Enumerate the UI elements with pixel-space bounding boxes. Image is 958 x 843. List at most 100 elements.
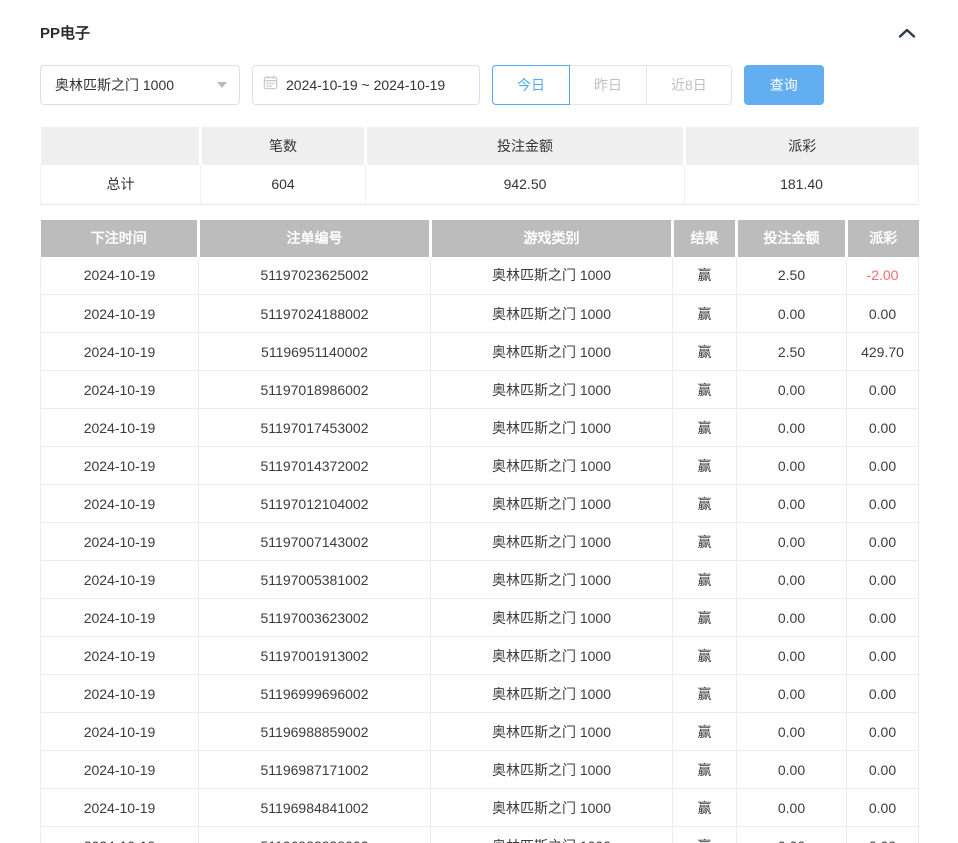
cell-bet-no: 51197014372002 <box>199 447 431 485</box>
table-row: 2024-10-1951197014372002奥林匹斯之门 1000赢0.00… <box>41 447 919 485</box>
summary-header-blank <box>41 127 201 165</box>
bets-header-row: 下注时间 注单编号 游戏类别 结果 投注金额 派彩 <box>41 220 919 257</box>
summary-total-count: 604 <box>201 165 366 204</box>
cell-bet-amount: 0.00 <box>737 675 847 713</box>
cell-bet-time: 2024-10-19 <box>41 523 199 561</box>
cell-game: 奥林匹斯之门 1000 <box>431 485 673 523</box>
cell-bet-amount: 0.00 <box>737 599 847 637</box>
table-row: 2024-10-1951196988859002奥林匹斯之门 1000赢0.00… <box>41 713 919 751</box>
cell-game: 奥林匹斯之门 1000 <box>431 371 673 409</box>
cell-result: 赢 <box>673 485 737 523</box>
collapse-button[interactable] <box>896 25 918 41</box>
cell-game: 奥林匹斯之门 1000 <box>431 751 673 789</box>
cell-bet-time: 2024-10-19 <box>41 599 199 637</box>
cell-bet-no: 51196951140002 <box>199 333 431 371</box>
summary-table: 笔数 投注金额 派彩 总计 604 942.50 181.40 <box>40 127 919 205</box>
cell-result: 赢 <box>673 599 737 637</box>
cell-bet-time: 2024-10-19 <box>41 257 199 295</box>
cell-bet-time: 2024-10-19 <box>41 295 199 333</box>
cell-result: 赢 <box>673 257 737 295</box>
cell-bet-no: 51197001913002 <box>199 637 431 675</box>
cell-bet-time: 2024-10-19 <box>41 751 199 789</box>
table-row: 2024-10-1951197003623002奥林匹斯之门 1000赢0.00… <box>41 599 919 637</box>
cell-bet-no: 51196987171002 <box>199 751 431 789</box>
table-row: 2024-10-1951196999696002奥林匹斯之门 1000赢0.00… <box>41 675 919 713</box>
cell-game: 奥林匹斯之门 1000 <box>431 257 673 295</box>
bets-table-body: 2024-10-1951197023625002奥林匹斯之门 1000赢2.50… <box>41 257 919 843</box>
panel-header: PP电子 <box>40 0 918 43</box>
cell-payout: 0.00 <box>847 675 919 713</box>
cell-bet-amount: 0.00 <box>737 523 847 561</box>
cell-bet-time: 2024-10-19 <box>41 827 199 843</box>
cell-bet-amount: 0.00 <box>737 637 847 675</box>
cell-bet-no: 51197018986002 <box>199 371 431 409</box>
quick-range-group: 今日昨日近8日 <box>492 65 732 105</box>
cell-result: 赢 <box>673 295 737 333</box>
cell-game: 奥林匹斯之门 1000 <box>431 333 673 371</box>
quick-range-button[interactable]: 昨日 <box>570 65 647 105</box>
cell-payout: 0.00 <box>847 371 919 409</box>
cell-bet-time: 2024-10-19 <box>41 713 199 751</box>
summary-total-row: 总计 604 942.50 181.40 <box>41 165 919 204</box>
header-bet-time: 下注时间 <box>41 220 199 257</box>
quick-range-button[interactable]: 今日 <box>492 65 570 105</box>
table-row: 2024-10-1951196984841002奥林匹斯之门 1000赢0.00… <box>41 789 919 827</box>
cell-result: 赢 <box>673 637 737 675</box>
cell-bet-amount: 0.00 <box>737 447 847 485</box>
table-row: 2024-10-1951196987171002奥林匹斯之门 1000赢0.00… <box>41 751 919 789</box>
cell-bet-amount: 0.00 <box>737 713 847 751</box>
cell-bet-time: 2024-10-19 <box>41 447 199 485</box>
summary-header-payout: 派彩 <box>685 127 919 165</box>
table-row: 2024-10-1951196951140002奥林匹斯之门 1000赢2.50… <box>41 333 919 371</box>
cell-bet-time: 2024-10-19 <box>41 409 199 447</box>
cell-bet-no: 51197003623002 <box>199 599 431 637</box>
cell-game: 奥林匹斯之门 1000 <box>431 789 673 827</box>
cell-bet-no: 51197005381002 <box>199 561 431 599</box>
game-select[interactable]: 奥林匹斯之门 1000 <box>40 65 240 105</box>
table-row: 2024-10-1951197012104002奥林匹斯之门 1000赢0.00… <box>41 485 919 523</box>
cell-bet-amount: 0.00 <box>737 789 847 827</box>
cell-bet-amount: 0.00 <box>737 751 847 789</box>
cell-bet-amount: 0.00 <box>737 561 847 599</box>
cell-bet-no: 51197023625002 <box>199 257 431 295</box>
cell-bet-amount: 2.50 <box>737 257 847 295</box>
cell-bet-no: 51197024188002 <box>199 295 431 333</box>
cell-result: 赢 <box>673 409 737 447</box>
cell-bet-amount: 0.00 <box>737 485 847 523</box>
cell-bet-time: 2024-10-19 <box>41 789 199 827</box>
cell-payout: 0.00 <box>847 561 919 599</box>
summary-total-payout: 181.40 <box>685 165 919 204</box>
date-range-picker[interactable]: 2024-10-19 ~ 2024-10-19 <box>252 65 480 105</box>
cell-game: 奥林匹斯之门 1000 <box>431 675 673 713</box>
cell-bet-amount: 0.00 <box>737 827 847 843</box>
cell-bet-time: 2024-10-19 <box>41 485 199 523</box>
table-row: 2024-10-1951197024188002奥林匹斯之门 1000赢0.00… <box>41 295 919 333</box>
cell-payout: 429.70 <box>847 333 919 371</box>
cell-result: 赢 <box>673 561 737 599</box>
cell-game: 奥林匹斯之门 1000 <box>431 599 673 637</box>
cell-game: 奥林匹斯之门 1000 <box>431 447 673 485</box>
table-row: 2024-10-1951196983338002奥林匹斯之门 1000赢0.00… <box>41 827 919 843</box>
cell-game: 奥林匹斯之门 1000 <box>431 561 673 599</box>
search-button[interactable]: 查询 <box>744 65 824 105</box>
cell-game: 奥林匹斯之门 1000 <box>431 713 673 751</box>
table-row: 2024-10-1951197001913002奥林匹斯之门 1000赢0.00… <box>41 637 919 675</box>
cell-bet-no: 51196999696002 <box>199 675 431 713</box>
cell-bet-no: 51196983338002 <box>199 827 431 843</box>
header-payout: 派彩 <box>847 220 919 257</box>
cell-result: 赢 <box>673 751 737 789</box>
calendar-icon <box>263 75 278 95</box>
header-bet-no: 注单编号 <box>199 220 431 257</box>
cell-payout: 0.00 <box>847 637 919 675</box>
report-panel: PP电子 奥林匹斯之门 1000 2024-10-19 ~ 2024-10-19… <box>0 0 958 843</box>
chevron-down-icon <box>217 82 227 88</box>
header-bet-amount: 投注金额 <box>737 220 847 257</box>
summary-header-bet-amount: 投注金额 <box>366 127 685 165</box>
cell-result: 赢 <box>673 827 737 843</box>
cell-bet-time: 2024-10-19 <box>41 333 199 371</box>
cell-result: 赢 <box>673 333 737 371</box>
chevron-up-icon <box>898 27 916 42</box>
cell-payout: 0.00 <box>847 827 919 843</box>
table-row: 2024-10-1951197005381002奥林匹斯之门 1000赢0.00… <box>41 561 919 599</box>
quick-range-button[interactable]: 近8日 <box>647 65 732 105</box>
